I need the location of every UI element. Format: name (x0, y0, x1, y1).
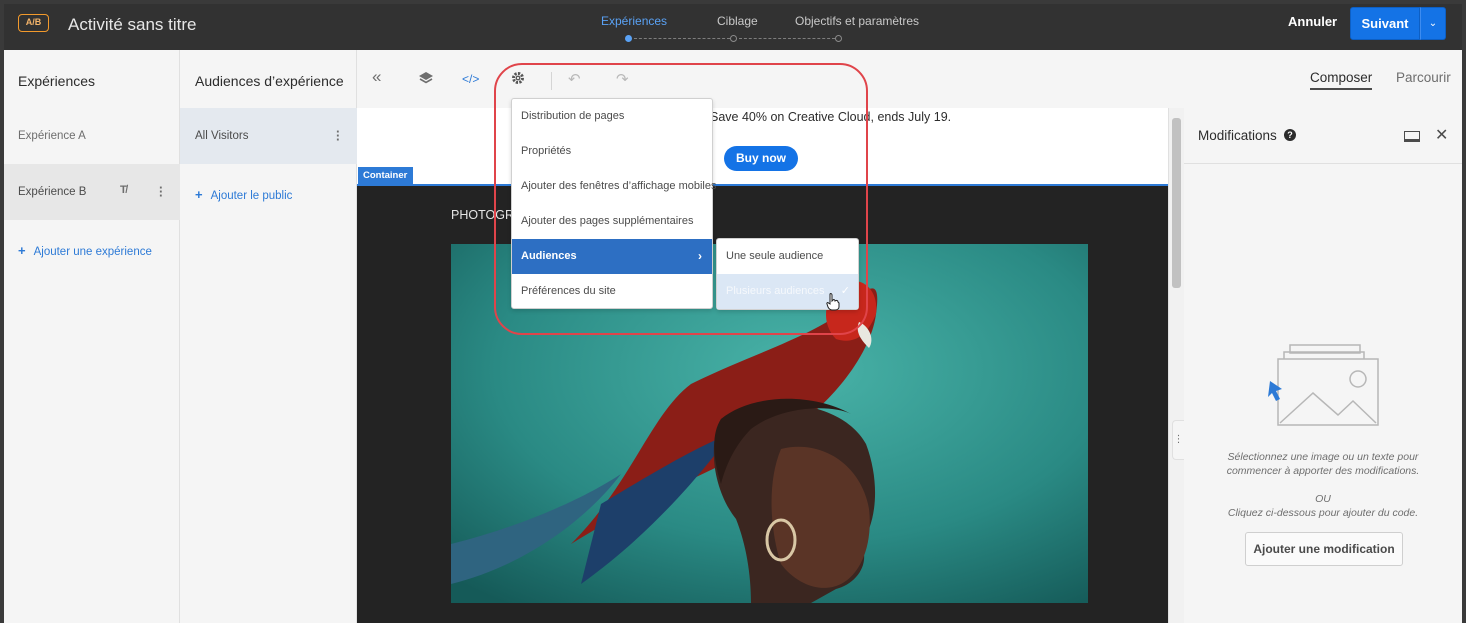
window-frame-right (1462, 50, 1466, 623)
next-button[interactable]: Suivant (1350, 7, 1420, 40)
modifications-panel: Modifications ? ✕ Sélectionnez une image… (1184, 108, 1462, 623)
modifications-header: Modifications ? ✕ (1184, 108, 1462, 164)
banner-text[interactable]: Save 40% on Creative Cloud, ends July 19… (710, 110, 951, 124)
experience-item-a[interactable]: Expérience A (4, 108, 180, 164)
canvas-scrollbar[interactable] (1168, 108, 1184, 623)
step-dot (835, 35, 842, 42)
container-outline (357, 184, 1168, 186)
experience-item-b[interactable]: Expérience B T̸ · · · (4, 164, 180, 220)
panel-resize-handle[interactable]: ⋮ (1172, 420, 1184, 460)
menu-item-site-preferences[interactable]: Préférences du site (512, 274, 712, 309)
more-options-icon[interactable]: · · · (159, 181, 163, 202)
add-modification-button[interactable]: Ajouter une modification (1245, 532, 1403, 566)
next-dropdown-button[interactable]: ⌄ (1420, 7, 1446, 40)
code-icon[interactable]: </> (462, 72, 479, 86)
workflow-steps: Expériences Ciblage Objectifs et paramèt… (594, 14, 924, 44)
audience-item-label: All Visitors (195, 130, 249, 142)
add-audience-link[interactable]: + Ajouter le public (195, 187, 292, 202)
step-experiences[interactable]: Expériences (601, 14, 667, 28)
experience-item-label: Expérience B (18, 186, 87, 198)
toolbar-divider (551, 72, 552, 90)
redo-icon[interactable]: ↷ (616, 70, 629, 88)
empty-state-line-1: Sélectionnez une image ou un texte pour (1227, 451, 1419, 463)
audiences-panel-title: Audiences d’expérience (195, 73, 344, 89)
step-ciblage[interactable]: Ciblage (717, 14, 758, 28)
promo-banner[interactable]: Save 40% on Creative Cloud, ends July 19… (357, 108, 1168, 184)
screen-icon[interactable] (1404, 131, 1420, 142)
chevron-right-icon: › (698, 249, 702, 263)
empty-state-image-icon (1268, 344, 1379, 426)
audience-item-all-visitors[interactable]: All Visitors · · · (180, 108, 357, 164)
page-preview-canvas[interactable]: Save 40% on Creative Cloud, ends July 19… (357, 108, 1168, 623)
empty-state-line-3: Cliquez ci-dessous pour ajouter du code. (1227, 507, 1419, 519)
submenu-item-single-audience[interactable]: Une seule audience (717, 239, 858, 274)
experiences-panel: Expériences Expérience A Expérience B T̸… (4, 50, 180, 623)
step-connector (739, 38, 835, 39)
buy-now-button[interactable]: Buy now (724, 146, 798, 171)
tab-composer[interactable]: Composer (1310, 70, 1373, 90)
top-bar: A/B Activité sans titre Expériences Cibl… (0, 0, 1466, 50)
empty-state-line-2: commencer à apporter des modifications. (1226, 465, 1420, 477)
plus-icon: + (195, 187, 203, 202)
add-experience-link[interactable]: + Ajouter une expérience (18, 243, 152, 258)
container-tag: Container (358, 167, 413, 184)
experiences-panel-title: Expériences (18, 73, 96, 89)
ab-test-badge: A/B (18, 14, 49, 32)
activity-title[interactable]: Activité sans titre (68, 15, 197, 35)
step-dot-active (625, 35, 632, 42)
settings-menu: Distribution de pages Propriétés Ajouter… (511, 98, 716, 309)
tab-parcourir[interactable]: Parcourir (1396, 70, 1451, 85)
step-objectifs[interactable]: Objectifs et paramètres (795, 14, 919, 28)
scrollbar-thumb[interactable] (1172, 118, 1181, 288)
experience-item-label: Expérience A (18, 130, 86, 142)
menu-item-properties[interactable]: Propriétés (512, 134, 712, 169)
chevron-down-icon: ⌄ (1428, 18, 1438, 29)
empty-state-or: OU (1315, 493, 1331, 505)
section-heading[interactable]: PHOTOGR (451, 208, 514, 222)
hand-pointer-icon (826, 293, 840, 311)
settings-gear-icon[interactable] (510, 70, 526, 90)
modifications-title: Modifications (1198, 128, 1277, 143)
menu-item-label: Audiences (521, 250, 577, 262)
menu-item-mobile-viewports[interactable]: Ajouter des fenêtres d’affichage mobiles (512, 169, 716, 204)
menu-item-additional-pages[interactable]: Ajouter des pages supplémentaires (512, 204, 712, 239)
add-experience-label: Ajouter une expérience (33, 246, 152, 258)
plus-icon: + (18, 243, 26, 258)
submenu-item-label: Plusieurs audiences (726, 285, 825, 297)
menu-item-distribution[interactable]: Distribution de pages (512, 99, 712, 134)
collapse-icon[interactable]: « (372, 67, 381, 87)
add-audience-label: Ajouter le public (210, 190, 293, 202)
more-options-icon[interactable]: · · · (336, 125, 340, 146)
layers-icon[interactable] (418, 70, 434, 90)
rename-icon[interactable]: T̸ (120, 184, 127, 196)
cancel-button[interactable]: Annuler (1288, 14, 1337, 29)
step-dot (730, 35, 737, 42)
undo-icon[interactable]: ↶ (568, 70, 581, 88)
step-connector (634, 38, 730, 39)
checkmark-icon: ✓ (840, 285, 850, 297)
audiences-panel: Audiences d’expérience All Visitors · · · … (180, 50, 357, 623)
help-icon[interactable]: ? (1284, 129, 1296, 141)
menu-item-audiences[interactable]: Audiences › (512, 239, 712, 274)
close-icon[interactable]: ✕ (1435, 125, 1448, 145)
